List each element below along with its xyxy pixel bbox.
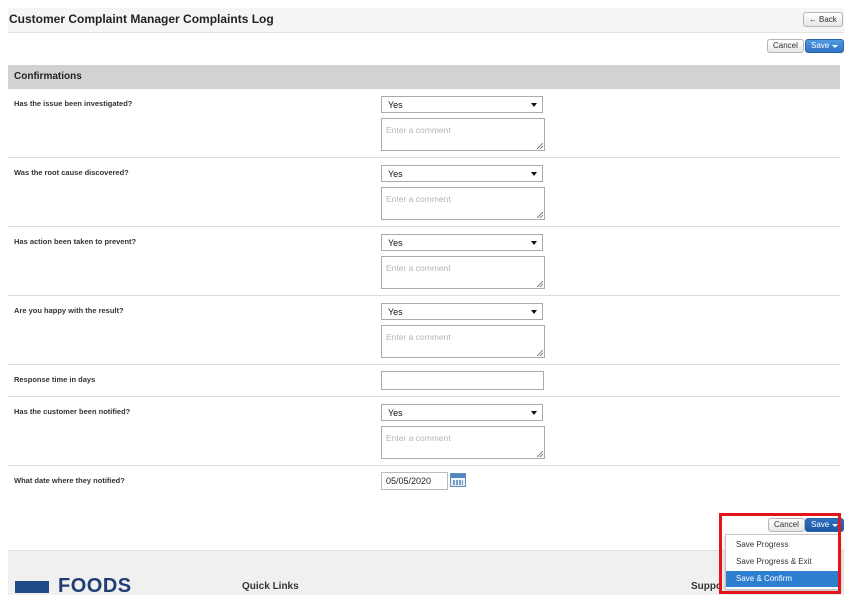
answer-select[interactable]: Yes [381,234,543,251]
caret-down-icon [832,44,839,48]
question-label: Are you happy with the result? [14,306,124,315]
comment-placeholder: Enter a comment [386,433,451,443]
cancel-label: Cancel [773,41,798,50]
question-row: Was the root cause discovered? Yes Enter… [8,158,840,227]
quick-links-heading: Quick Links [242,581,299,592]
calendar-grid [453,480,463,485]
question-row: Are you happy with the result? Yes Enter… [8,296,840,365]
question-row: What date where they notified? 05/05/202… [8,466,840,500]
save-label: Save [811,41,830,50]
answer-select[interactable]: Yes [381,303,543,320]
section-header: Confirmations [8,65,840,89]
cancel-button-bottom[interactable]: Cancel [768,518,805,532]
menu-item-save-progress[interactable]: Save Progress [726,537,840,553]
dropdown-arrow-icon [531,411,537,415]
resize-handle-icon[interactable] [537,350,543,356]
comment-placeholder: Enter a comment [386,125,451,135]
notified-date-input[interactable]: 05/05/2020 [381,472,448,490]
select-value: Yes [388,307,403,317]
calendar-header [451,474,465,478]
cancel-label: Cancel [774,520,799,529]
menu-item-save-confirm[interactable]: Save & Confirm [726,571,840,587]
dropdown-arrow-icon [531,241,537,245]
comment-placeholder: Enter a comment [386,332,451,342]
page-title: Customer Complaint Manager Complaints Lo… [9,12,274,26]
resize-handle-icon[interactable] [537,143,543,149]
comment-textarea[interactable]: Enter a comment [381,256,545,289]
question-label: What date where they notified? [14,476,125,485]
comment-textarea[interactable]: Enter a comment [381,118,545,151]
question-label: Has the customer been notified? [14,407,131,416]
select-value: Yes [388,238,403,248]
comment-textarea[interactable]: Enter a comment [381,325,545,358]
dropdown-arrow-icon [531,172,537,176]
dropdown-arrow-icon [531,103,537,107]
caret-down-icon [832,523,839,527]
resize-handle-icon[interactable] [537,281,543,287]
comment-textarea[interactable]: Enter a comment [381,187,545,220]
resize-handle-icon[interactable] [537,212,543,218]
menu-item-save-progress-exit[interactable]: Save Progress & Exit [726,554,840,570]
dropdown-arrow-icon [531,310,537,314]
answer-select[interactable]: Yes [381,165,543,182]
resize-handle-icon[interactable] [537,451,543,457]
select-value: Yes [388,408,403,418]
save-dropdown-menu: Save Progress Save Progress & Exit Save … [725,534,841,590]
question-row: Has the issue been investigated? Yes Ent… [8,89,840,158]
back-label: Back [819,14,837,24]
question-label: Has action been taken to prevent? [14,237,137,246]
comment-placeholder: Enter a comment [386,194,451,204]
question-row: Has the customer been notified? Yes Ente… [8,397,840,466]
support-heading: Suppo [691,581,723,592]
comment-textarea[interactable]: Enter a comment [381,426,545,459]
select-value: Yes [388,100,403,110]
question-row: Response time in days [8,365,840,397]
comment-placeholder: Enter a comment [386,263,451,273]
answer-select[interactable]: Yes [381,404,543,421]
footer: FOODS Quick Links Suppo [8,550,844,595]
cancel-button-top[interactable]: Cancel [767,39,804,53]
question-label: Response time in days [14,375,96,384]
logo-text: FOODS [58,575,132,595]
header-bar: Customer Complaint Manager Complaints Lo… [8,8,844,33]
question-label: Has the issue been investigated? [14,99,133,108]
select-value: Yes [388,169,403,179]
save-button-top[interactable]: Save [805,39,845,53]
response-time-input[interactable] [381,371,544,390]
calendar-icon[interactable] [450,473,466,487]
arrow-left-icon: ← [809,14,817,24]
question-row: Has action been taken to prevent? Yes En… [8,227,840,296]
save-button-bottom[interactable]: Save [805,518,845,532]
logo-icon [15,581,49,593]
answer-select[interactable]: Yes [381,96,543,113]
question-label: Was the root cause discovered? [14,168,129,177]
back-button[interactable]: ← Back [803,12,843,27]
save-label: Save [811,520,830,529]
date-value: 05/05/2020 [386,476,432,486]
section-title: Confirmations [14,71,82,82]
